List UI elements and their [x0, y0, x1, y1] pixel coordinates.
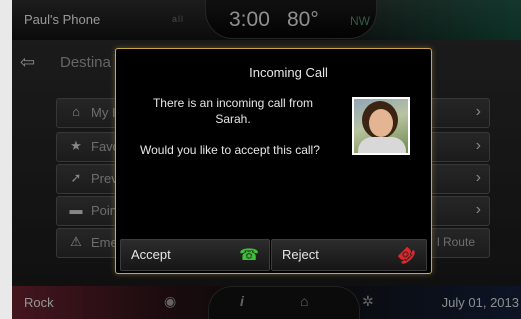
caller-photo — [352, 97, 410, 155]
phone-accept-icon: ☎ — [239, 247, 259, 264]
reject-label: Reject — [282, 247, 319, 262]
reject-button[interactable]: Reject ☎ — [271, 239, 427, 271]
dialog-message: There is an incoming call from Sarah. — [152, 96, 314, 126]
incoming-call-dialog: Incoming Call There is an incoming call … — [115, 48, 432, 274]
phone-reject-icon: ☎ — [392, 241, 419, 268]
accept-label: Accept — [131, 247, 171, 262]
dialog-actions: Accept ☎ Reject ☎ — [120, 239, 427, 271]
dialog-question: Would you like to accept this call? — [140, 143, 320, 157]
dialog-title: Incoming Call — [249, 65, 328, 80]
app-frame: Paul's Phone all 3:00 80° NW ⇦ Destina ⌂… — [0, 0, 521, 319]
display: Paul's Phone all 3:00 80° NW ⇦ Destina ⌂… — [12, 0, 521, 319]
accept-button[interactable]: Accept ☎ — [120, 239, 270, 271]
